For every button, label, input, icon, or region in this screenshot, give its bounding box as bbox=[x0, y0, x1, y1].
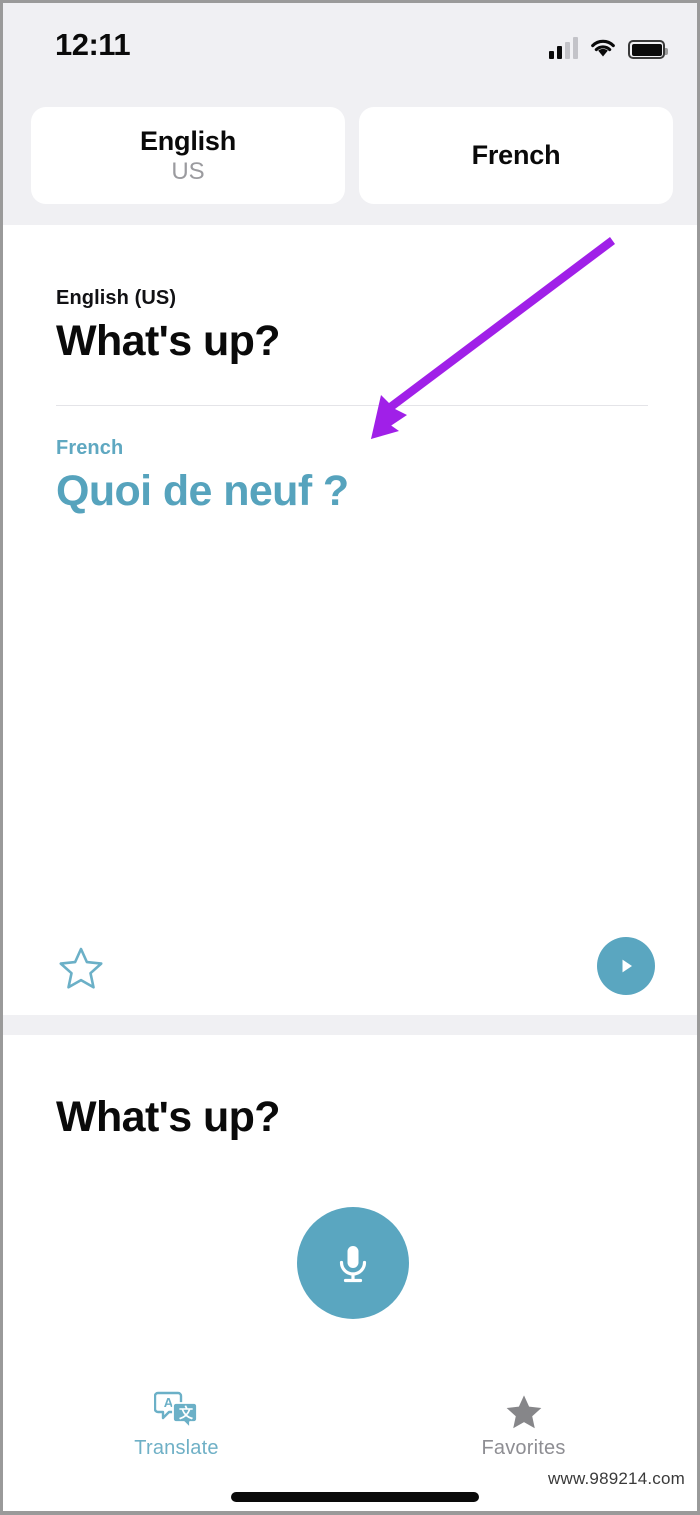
phone-screen: 12:11 English US French English (US) Wha… bbox=[0, 0, 700, 1515]
tab-translate[interactable]: A 文 Translate bbox=[3, 1375, 350, 1477]
tab-favorites[interactable]: Favorites bbox=[350, 1375, 697, 1477]
battery-full-icon bbox=[628, 40, 668, 59]
wifi-icon bbox=[589, 37, 617, 59]
watermark: www.989214.com bbox=[548, 1469, 685, 1488]
header-zone: 12:11 English US French bbox=[3, 3, 697, 225]
input-text[interactable]: What's up? bbox=[56, 1093, 281, 1142]
target-text-label: French bbox=[56, 437, 124, 459]
input-section: What's up? bbox=[3, 1035, 697, 1375]
source-text[interactable]: What's up? bbox=[56, 317, 281, 366]
target-language-button[interactable]: French bbox=[359, 107, 673, 204]
target-language-name: French bbox=[471, 140, 561, 171]
source-text-label: English (US) bbox=[56, 287, 177, 309]
microphone-icon bbox=[339, 1246, 367, 1283]
home-indicator bbox=[231, 1492, 479, 1502]
target-text[interactable]: Quoi de neuf ? bbox=[56, 467, 349, 516]
tab-bar: A 文 Translate Favorites bbox=[3, 1375, 697, 1477]
card-divider bbox=[56, 405, 648, 406]
tab-translate-label: Translate bbox=[134, 1437, 219, 1459]
section-gap bbox=[3, 1015, 697, 1035]
translate-bubbles-icon: A 文 bbox=[153, 1387, 200, 1433]
star-outline-icon[interactable] bbox=[56, 943, 106, 993]
status-bar: 12:11 bbox=[3, 3, 697, 81]
status-bar-icons bbox=[548, 29, 668, 59]
play-button[interactable] bbox=[597, 937, 655, 995]
source-language-button[interactable]: English US bbox=[31, 107, 345, 204]
source-language-region: US bbox=[171, 157, 205, 185]
status-bar-clock: 12:11 bbox=[55, 27, 131, 62]
cellular-signal-icon bbox=[548, 37, 578, 59]
microphone-button[interactable] bbox=[297, 1207, 409, 1319]
star-filled-icon bbox=[503, 1387, 545, 1433]
svg-text:文: 文 bbox=[179, 1405, 194, 1421]
translation-card: English (US) What's up? French Quoi de n… bbox=[3, 225, 697, 1015]
play-icon bbox=[622, 959, 632, 973]
language-selector: English US French bbox=[3, 107, 697, 207]
tab-favorites-label: Favorites bbox=[481, 1437, 566, 1459]
source-language-name: English bbox=[139, 125, 237, 156]
